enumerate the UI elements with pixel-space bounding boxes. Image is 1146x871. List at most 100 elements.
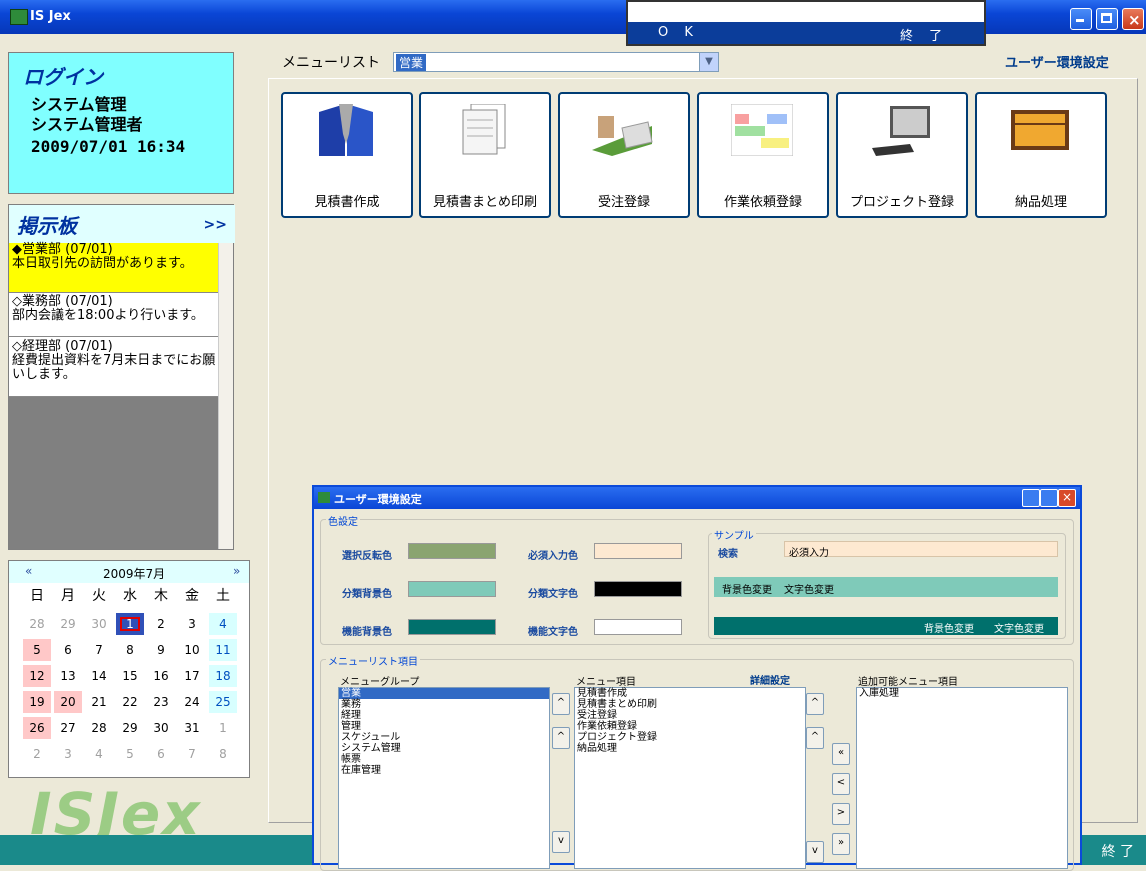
calendar-day[interactable]: 10 bbox=[178, 639, 206, 661]
item-move-up-button[interactable]: ^ bbox=[806, 727, 824, 749]
calendar-day[interactable]: 26 bbox=[23, 717, 51, 739]
ok-button[interactable]: O K bbox=[658, 25, 699, 40]
maximize-button[interactable] bbox=[1096, 8, 1118, 30]
list-item[interactable]: 見積書まとめ印刷 bbox=[575, 699, 805, 710]
calendar-day[interactable]: 13 bbox=[54, 665, 82, 687]
tile-estimate-print[interactable]: 見積書まとめ印刷 bbox=[419, 92, 551, 218]
board-scrollbar[interactable] bbox=[218, 243, 233, 549]
board-post[interactable]: ◇業務部 (07/01) 部内会議を18:00より行います。 bbox=[9, 293, 223, 337]
required-input-swatch[interactable] bbox=[594, 543, 682, 559]
function-bg-swatch[interactable] bbox=[408, 619, 496, 635]
item-move-up-top-button[interactable]: ^ bbox=[806, 693, 824, 715]
sample-required-input[interactable]: 必須入力 bbox=[784, 541, 1058, 559]
calendar-day[interactable]: 17 bbox=[178, 665, 206, 687]
tile-delivery[interactable]: 納品処理 bbox=[975, 92, 1107, 218]
move-up-top-button[interactable]: ^ bbox=[552, 693, 570, 715]
calendar-day[interactable]: 11 bbox=[209, 639, 237, 661]
calendar-day[interactable]: 3 bbox=[178, 613, 206, 635]
calendar-day[interactable]: 19 bbox=[23, 691, 51, 713]
list-item[interactable]: 営業 bbox=[339, 688, 549, 699]
calendar-day[interactable]: 14 bbox=[85, 665, 113, 687]
list-item[interactable]: スケジュール bbox=[339, 732, 549, 743]
list-item[interactable]: 作業依頼登録 bbox=[575, 721, 805, 732]
calendar-day[interactable]: 28 bbox=[23, 613, 51, 635]
add-button[interactable]: < bbox=[832, 773, 850, 795]
detail-settings-link[interactable]: 詳細設定 bbox=[750, 672, 790, 687]
calendar-day[interactable]: 30 bbox=[147, 717, 175, 739]
dialog-minimize-button[interactable] bbox=[1022, 489, 1040, 507]
list-item[interactable]: 見積書作成 bbox=[575, 688, 805, 699]
calendar-day[interactable]: 3 bbox=[54, 743, 82, 765]
calendar-day[interactable]: 27 bbox=[54, 717, 82, 739]
dialog-maximize-button[interactable] bbox=[1040, 489, 1058, 507]
calendar-day[interactable]: 30 bbox=[85, 613, 113, 635]
list-item[interactable]: プロジェクト登録 bbox=[575, 732, 805, 743]
item-move-down-button[interactable]: v bbox=[806, 841, 824, 863]
calendar-day[interactable]: 6 bbox=[54, 639, 82, 661]
calendar-day[interactable]: 8 bbox=[116, 639, 144, 661]
calendar-day[interactable]: 24 bbox=[178, 691, 206, 713]
calendar-day[interactable]: 15 bbox=[116, 665, 144, 687]
calendar-day[interactable]: 20 bbox=[54, 691, 82, 713]
status-exit-button[interactable]: 終 了 bbox=[1102, 841, 1134, 861]
calendar-day[interactable]: 7 bbox=[85, 639, 113, 661]
calendar-day[interactable]: 2 bbox=[23, 743, 51, 765]
available-items-listbox[interactable]: 入庫処理 bbox=[856, 687, 1068, 869]
calendar-day[interactable]: 5 bbox=[23, 639, 51, 661]
calendar-day[interactable]: 21 bbox=[85, 691, 113, 713]
list-item[interactable]: 受注登録 bbox=[575, 710, 805, 721]
calendar-day[interactable]: 2 bbox=[147, 613, 175, 635]
minimize-button[interactable] bbox=[1070, 8, 1092, 30]
calendar-day[interactable]: 31 bbox=[178, 717, 206, 739]
move-up-button[interactable]: ^ bbox=[552, 727, 570, 749]
list-item[interactable]: システム管理 bbox=[339, 743, 549, 754]
calendar-next-button[interactable]: » bbox=[233, 564, 240, 578]
menu-group-select[interactable]: 営業 ▼ bbox=[393, 52, 719, 72]
exit-button[interactable]: 終 了 bbox=[900, 25, 948, 44]
user-settings-link[interactable]: ユーザー環境設定 bbox=[1005, 52, 1109, 71]
calendar-day[interactable]: 1 bbox=[116, 613, 144, 635]
remove-all-button[interactable]: » bbox=[832, 833, 850, 855]
calendar-day[interactable]: 7 bbox=[178, 743, 206, 765]
calendar-day[interactable]: 8 bbox=[209, 743, 237, 765]
board-post[interactable]: ◆営業部 (07/01) 本日取引先の訪問があります。 bbox=[9, 243, 223, 293]
calendar-day[interactable]: 29 bbox=[116, 717, 144, 739]
category-bg-swatch[interactable] bbox=[408, 581, 496, 597]
select-reverse-swatch[interactable] bbox=[408, 543, 496, 559]
calendar-day[interactable]: 22 bbox=[116, 691, 144, 713]
tile-estimate-create[interactable]: 見積書作成 bbox=[281, 92, 413, 218]
calendar-day[interactable]: 9 bbox=[147, 639, 175, 661]
chevron-down-icon[interactable]: ▼ bbox=[699, 53, 718, 71]
menu-group-listbox[interactable]: 営業 業務 経理 管理 スケジュール システム管理 帳票 在庫管理 bbox=[338, 687, 550, 869]
calendar-day[interactable]: 25 bbox=[209, 691, 237, 713]
list-item[interactable]: 入庫処理 bbox=[857, 688, 1067, 699]
tile-work-request[interactable]: 作業依頼登録 bbox=[697, 92, 829, 218]
move-down-button[interactable]: v bbox=[552, 831, 570, 853]
function-text-swatch[interactable] bbox=[594, 619, 682, 635]
close-button[interactable]: × bbox=[1122, 8, 1144, 30]
calendar-day[interactable]: 23 bbox=[147, 691, 175, 713]
board-post[interactable]: ◇経理部 (07/01) 経費提出資料を7月末日までにお願いします。 bbox=[9, 337, 223, 397]
calendar-day[interactable]: 1 bbox=[209, 717, 237, 739]
list-item[interactable]: 管理 bbox=[339, 721, 549, 732]
remove-button[interactable]: > bbox=[832, 803, 850, 825]
calendar-day[interactable]: 29 bbox=[54, 613, 82, 635]
calendar-prev-button[interactable]: « bbox=[25, 564, 32, 578]
list-item[interactable]: 納品処理 bbox=[575, 743, 805, 754]
calendar-day[interactable]: 6 bbox=[147, 743, 175, 765]
dialog-close-button[interactable]: × bbox=[1058, 489, 1076, 507]
category-text-swatch[interactable] bbox=[594, 581, 682, 597]
calendar-day[interactable]: 28 bbox=[85, 717, 113, 739]
list-item[interactable]: 帳票 bbox=[339, 754, 549, 765]
calendar-day[interactable]: 16 bbox=[147, 665, 175, 687]
calendar-day[interactable]: 12 bbox=[23, 665, 51, 687]
add-all-button[interactable]: « bbox=[832, 743, 850, 765]
list-item[interactable]: 在庫管理 bbox=[339, 765, 549, 776]
tile-order-register[interactable]: 受注登録 bbox=[558, 92, 690, 218]
menu-items-listbox[interactable]: 見積書作成 見積書まとめ印刷 受注登録 作業依頼登録 プロジェクト登録 納品処理 bbox=[574, 687, 806, 869]
tile-project-register[interactable]: プロジェクト登録 bbox=[836, 92, 968, 218]
list-item[interactable]: 経理 bbox=[339, 710, 549, 721]
list-item[interactable]: 業務 bbox=[339, 699, 549, 710]
calendar-day[interactable]: 18 bbox=[209, 665, 237, 687]
calendar-day[interactable]: 5 bbox=[116, 743, 144, 765]
